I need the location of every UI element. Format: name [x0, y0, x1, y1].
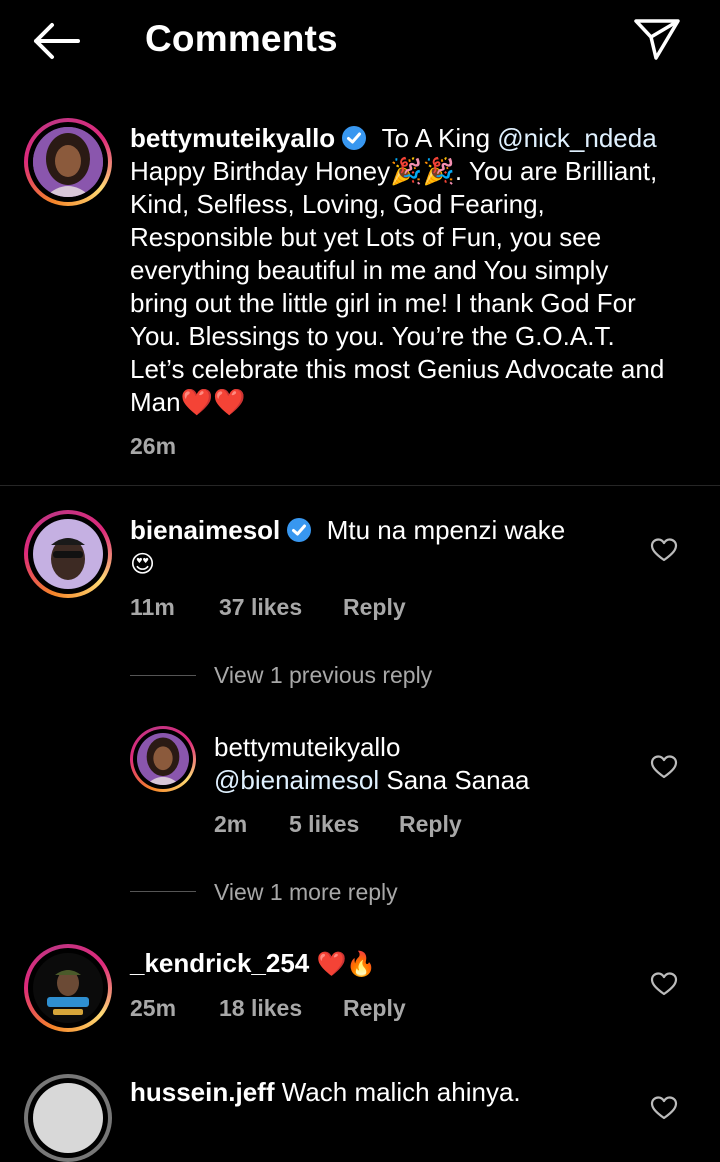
heart-icon[interactable]	[650, 1095, 678, 1121]
comment-likes[interactable]: 18 likes	[219, 995, 302, 1022]
send-icon[interactable]	[632, 16, 682, 62]
caption-mention-link[interactable]: @nick_ndeda	[497, 123, 656, 153]
reply-body: Sana Sanaa	[386, 765, 530, 795]
divider	[0, 485, 720, 486]
comment-body: Wach malich ahinya.	[281, 1077, 521, 1107]
comment-username[interactable]: _kendrick_254	[130, 948, 309, 978]
heart-eyes-emoji: 😍	[130, 551, 156, 578]
caption-timestamp: 26m	[130, 433, 177, 459]
thread-line	[130, 675, 196, 676]
reply-button[interactable]: Reply	[399, 811, 462, 838]
view-previous-replies-button[interactable]: View 1 previous reply	[214, 662, 432, 689]
heart-icon[interactable]	[650, 537, 678, 563]
caption-text-start: To A King	[381, 123, 491, 153]
avatar[interactable]	[130, 726, 196, 792]
comment-timestamp: 11m	[130, 594, 175, 620]
comment-likes[interactable]: 37 likes	[219, 594, 302, 621]
reply-likes[interactable]: 5 likes	[289, 811, 359, 838]
caption-text: bettymuteikyallo To A King @nick_ndeda H…	[130, 122, 670, 419]
page-title: Comments	[145, 18, 338, 59]
avatar[interactable]	[24, 944, 112, 1032]
verified-badge-icon	[287, 518, 312, 542]
comment-text: hussein.jeff Wach malich ahinya.	[130, 1076, 630, 1109]
comment-text: bienaimesol Mtu na mpenzi wake 😍	[130, 514, 630, 581]
header-bar: Comments	[0, 0, 720, 82]
heart-icon[interactable]	[650, 971, 678, 997]
heart-fire-emoji: ❤️🔥	[316, 951, 377, 978]
comment-timestamp: 25m	[130, 995, 177, 1021]
reply-username[interactable]: bettymuteikyallo	[214, 732, 400, 762]
verified-badge-icon	[342, 126, 367, 150]
caption-username[interactable]: bettymuteikyallo	[130, 123, 335, 153]
thread-line	[130, 891, 196, 892]
arrow-left-icon[interactable]	[30, 20, 82, 62]
reply-timestamp: 2m	[214, 811, 248, 837]
comment-text: _kendrick_254 ❤️🔥	[130, 947, 610, 981]
comment-body: Mtu na mpenzi wake	[326, 515, 566, 545]
comment-username[interactable]: bienaimesol	[130, 515, 280, 545]
reply-mention-link[interactable]: @bienaimesol	[214, 765, 379, 795]
view-more-replies-button[interactable]: View 1 more reply	[214, 879, 398, 906]
avatar[interactable]	[24, 1074, 112, 1162]
reply-button[interactable]: Reply	[343, 594, 406, 621]
avatar[interactable]	[24, 118, 112, 206]
comment-username[interactable]: hussein.jeff	[130, 1077, 274, 1107]
reply-button[interactable]: Reply	[343, 995, 406, 1022]
caption-text-rest: Happy Birthday Honey🎉🎉. You are Brillian…	[130, 156, 665, 417]
reply-text: bettymuteikyallo @bienaimesol Sana Sanaa	[214, 731, 634, 797]
avatar[interactable]	[24, 510, 112, 598]
heart-icon[interactable]	[650, 754, 678, 780]
